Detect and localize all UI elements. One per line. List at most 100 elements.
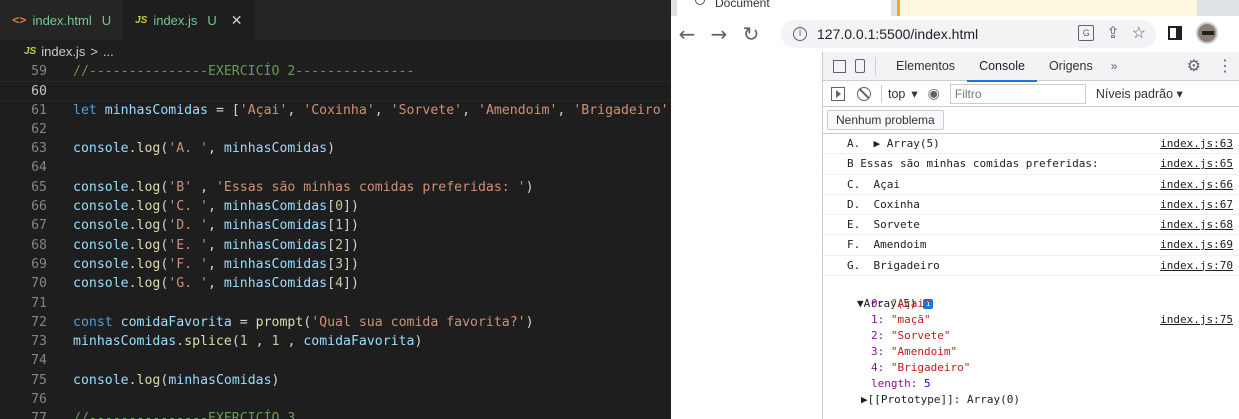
- code-line[interactable]: 73 minhasComidas.splice(1 , 1 , comidaFav…: [0, 332, 671, 351]
- code-line[interactable]: 70 console.log('G. ', minhasComidas[4]): [0, 274, 671, 293]
- source-link[interactable]: index.js:63: [1160, 134, 1233, 154]
- message-text: D. Coxinha: [847, 197, 920, 211]
- eye-icon[interactable]: ◉: [928, 85, 940, 102]
- code-token: [: [327, 256, 336, 272]
- more-tabs-icon[interactable]: »: [1111, 59, 1118, 73]
- inspect-icon[interactable]: [833, 59, 846, 73]
- code-token: .: [128, 218, 137, 234]
- browser-tab-title: Document: [715, 0, 770, 10]
- device-toolbar-icon[interactable]: [855, 59, 865, 73]
- code-token: 'A. ': [168, 141, 209, 157]
- code-token: ,: [192, 179, 216, 195]
- code-token: minhasComidas: [168, 372, 272, 388]
- tab-origens[interactable]: Origens: [1037, 52, 1105, 81]
- code-token: prompt: [255, 314, 304, 330]
- array-prototype[interactable]: ▶[[Prototype]]: Array(0): [823, 392, 1239, 408]
- forward-arrow-icon[interactable]: →: [703, 22, 735, 46]
- clear-console-icon[interactable]: [857, 86, 871, 101]
- code-line[interactable]: 75 console.log(minhasComidas): [0, 371, 671, 390]
- line-content: console.log('D. ', minhasComidas[1]): [73, 216, 359, 235]
- code-line[interactable]: 76: [0, 390, 671, 409]
- filter-input[interactable]: Filtro: [949, 83, 1086, 104]
- context-select[interactable]: top ▾: [888, 86, 918, 102]
- line-number: 61: [31, 102, 47, 118]
- code-area[interactable]: 59 //---------------EXERCICÍO 2----------…: [0, 62, 671, 419]
- js-file-icon: JS: [24, 45, 37, 57]
- code-line[interactable]: 66 console.log('C. ', minhasComidas[0]): [0, 197, 671, 216]
- code-token: console: [73, 256, 129, 272]
- code-line[interactable]: 60: [0, 81, 671, 101]
- line-number: 68: [31, 237, 47, 253]
- code-line[interactable]: 77 //---------------EXERCICÍO 3: [0, 409, 671, 419]
- breadcrumb-rest[interactable]: ...: [103, 44, 114, 59]
- tab-label: index.html: [32, 12, 92, 28]
- code-line[interactable]: 64: [0, 158, 671, 177]
- code-token: log: [136, 372, 161, 388]
- code-line[interactable]: 71: [0, 294, 671, 313]
- console-message: B Essas são minhas comidas preferidas: in…: [823, 154, 1239, 175]
- code-token: .: [128, 276, 137, 292]
- console-message: D. Coxinha index.js:67: [823, 195, 1239, 216]
- levels-dropdown[interactable]: Níveis padrão ▾: [1096, 86, 1183, 101]
- translate-icon[interactable]: G: [1078, 25, 1095, 41]
- tab-console[interactable]: Console: [967, 52, 1037, 82]
- code-line[interactable]: 62: [0, 120, 671, 139]
- url-text[interactable]: 127.0.0.1:5500/index.html: [817, 26, 978, 42]
- code-line[interactable]: 74: [0, 351, 671, 370]
- console-message: G. Brigadeiro index.js:70: [823, 256, 1239, 277]
- array-item-content: 4: "Brigadeiro": [871, 360, 970, 376]
- source-link[interactable]: index.js:66: [1160, 175, 1233, 195]
- source-link[interactable]: index.js:68: [1160, 215, 1233, 235]
- browser-tab-2[interactable]: [897, 0, 1197, 16]
- code-token: ]): [343, 256, 359, 272]
- item-value: "maçã": [890, 313, 931, 326]
- code-line[interactable]: 72 const comidaFavorita = prompt('Qual su…: [0, 313, 671, 332]
- line-number: 60: [31, 84, 47, 100]
- code-token: minhasComidas: [104, 102, 208, 118]
- code-line[interactable]: 65 console.log('B' , 'Essas são minhas co…: [0, 178, 671, 197]
- info-icon[interactable]: i: [793, 27, 807, 41]
- code-line[interactable]: 67 console.log('D. ', minhasComidas[1]): [0, 216, 671, 235]
- message-text[interactable]: A. ▶ Array(5): [847, 134, 940, 154]
- browser-tab[interactable]: Document: [677, 0, 891, 16]
- source-link[interactable]: index.js:70: [1160, 256, 1233, 276]
- share-icon[interactable]: ⇪: [1106, 23, 1119, 43]
- close-icon[interactable]: ✕: [231, 12, 243, 29]
- code-line[interactable]: 69 console.log('F. ', minhasComidas[3]): [0, 255, 671, 274]
- breadcrumb-file[interactable]: index.js: [41, 44, 85, 59]
- code-line[interactable]: 61 let minhasComidas = ['Açai', 'Coxinha'…: [0, 101, 671, 120]
- code-token: log: [136, 256, 161, 272]
- kebab-menu-icon[interactable]: ⋮: [1217, 56, 1233, 76]
- star-icon[interactable]: ☆: [1132, 23, 1146, 43]
- code-line[interactable]: 68 console.log('E. ', minhasComidas[2]): [0, 236, 671, 255]
- tab-index-html[interactable]: <> index.html U: [0, 0, 123, 40]
- line-number: 63: [31, 141, 47, 157]
- side-panel-icon[interactable]: [1168, 26, 1182, 40]
- issues-button[interactable]: Nenhum problema: [827, 110, 944, 130]
- chevron-right-icon: >: [90, 43, 98, 59]
- array-header[interactable]: ▼Array(5) i index.js:75: [823, 280, 1239, 326]
- gear-icon[interactable]: ⚙: [1187, 56, 1201, 76]
- item-value: "Amendoim": [890, 345, 958, 358]
- prototype-label: ▶[[Prototype]]: Array(0): [861, 393, 1020, 406]
- source-link[interactable]: index.js:65: [1160, 154, 1233, 174]
- tab-index-js[interactable]: JS index.js U ✕: [123, 0, 255, 40]
- code-token: console: [73, 218, 129, 234]
- source-link[interactable]: index.js:69: [1160, 235, 1233, 255]
- tab-elementos[interactable]: Elementos: [884, 52, 967, 81]
- back-arrow-icon[interactable]: ←: [671, 22, 703, 46]
- sidebar-toggle-icon[interactable]: [831, 86, 845, 101]
- code-token: = [: [208, 102, 240, 118]
- code-line[interactable]: 63 console.log('A. ', minhasComidas): [0, 139, 671, 158]
- reload-icon[interactable]: ↻: [735, 22, 767, 46]
- line-content: console.log('G. ', minhasComidas[4]): [73, 274, 359, 293]
- code-token: 'Coxinha': [303, 102, 375, 118]
- code-line[interactable]: 59 //---------------EXERCICÍO 2----------…: [0, 62, 671, 81]
- expanded-array[interactable]: ▼Array(5) i index.js:75 0: "Açai" 1: "maç…: [823, 280, 1239, 408]
- source-link[interactable]: index.js:67: [1160, 195, 1233, 215]
- code-token: 1: [271, 334, 280, 350]
- line-number: 64: [31, 160, 47, 176]
- item-value: "Açai": [890, 297, 931, 310]
- address-bar[interactable]: i 127.0.0.1:5500/index.html G ⇪ ☆: [781, 20, 1156, 48]
- avatar[interactable]: [1196, 22, 1218, 44]
